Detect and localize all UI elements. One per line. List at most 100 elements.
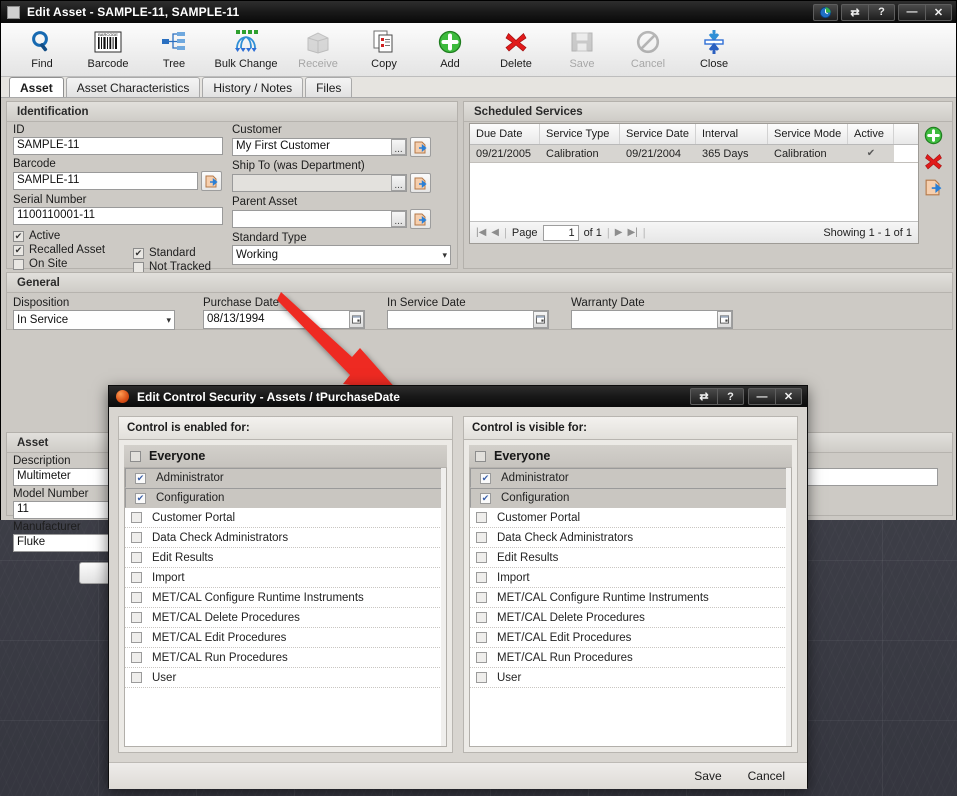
minimize-close-buttons[interactable]: — ✕ xyxy=(898,3,952,21)
switch-user-button[interactable]: ⇄ xyxy=(842,5,868,20)
toolbar-close-button[interactable]: Close xyxy=(681,26,747,76)
list-item[interactable]: Edit Results xyxy=(125,548,446,568)
page-number-input[interactable]: 1 xyxy=(542,224,579,241)
history-clock-icon[interactable] xyxy=(813,3,838,21)
enabled-everyone-checkbox[interactable] xyxy=(130,450,141,462)
role-checkbox[interactable] xyxy=(131,672,142,683)
list-item[interactable]: User xyxy=(470,668,791,688)
standard-type-select[interactable]: Working ▾ xyxy=(232,245,451,265)
list-item[interactable]: MET/CAL Edit Procedures xyxy=(125,628,446,648)
parent-asset-goto-button[interactable] xyxy=(410,209,431,229)
disposition-select[interactable]: In Service ▾ xyxy=(13,310,175,330)
role-checkbox[interactable] xyxy=(131,652,142,663)
on-site-checkbox[interactable] xyxy=(13,258,24,270)
add-service-button[interactable] xyxy=(924,126,943,145)
role-checkbox[interactable] xyxy=(131,512,142,523)
tab-asset-characteristics[interactable]: Asset Characteristics xyxy=(65,77,201,97)
active-checkbox-row[interactable]: Active xyxy=(13,230,133,242)
parent-asset-lookup-button[interactable]: ... xyxy=(391,211,406,227)
barcode-goto-button[interactable] xyxy=(201,171,222,191)
list-item[interactable]: MET/CAL Edit Procedures xyxy=(470,628,791,648)
next-page-icon[interactable]: ▶ xyxy=(615,227,623,238)
customer-goto-button[interactable] xyxy=(410,137,431,157)
visible-everyone-checkbox[interactable] xyxy=(475,450,486,462)
list-item[interactable]: MET/CAL Delete Procedures xyxy=(125,608,446,628)
toolbar-bulk-change-button[interactable]: Bulk Change xyxy=(207,26,285,76)
dialog-switch-button[interactable]: ⇄ xyxy=(691,389,717,404)
purchase-date-input[interactable]: 08/13/1994 xyxy=(203,310,365,329)
list-item[interactable]: Data Check Administrators xyxy=(125,528,446,548)
role-checkbox[interactable] xyxy=(476,672,487,683)
role-checkbox[interactable] xyxy=(131,552,142,563)
role-checkbox[interactable] xyxy=(131,592,142,603)
visible-role-list[interactable]: Administrator Configuration Customer Por… xyxy=(469,468,792,747)
in-service-date-calendar-button[interactable] xyxy=(533,311,548,328)
toolbar-find-button[interactable]: Find xyxy=(9,26,75,76)
dialog-save-button[interactable]: Save xyxy=(694,769,721,783)
toolbar-tree-button[interactable]: Tree xyxy=(141,26,207,76)
role-checkbox[interactable] xyxy=(476,652,487,663)
enabled-list-scrollbar[interactable] xyxy=(441,468,446,746)
serial-number-input[interactable]: 1100110001-11 xyxy=(13,207,223,225)
dialog-cancel-button[interactable]: Cancel xyxy=(748,769,785,783)
tab-asset[interactable]: Asset xyxy=(9,77,64,97)
col-due-date[interactable]: Due Date xyxy=(470,124,540,144)
list-item[interactable]: MET/CAL Configure Runtime Instruments xyxy=(125,588,446,608)
list-item[interactable]: Administrator xyxy=(470,468,791,488)
list-item[interactable]: MET/CAL Run Procedures xyxy=(125,648,446,668)
customer-input[interactable]: My First Customer ... xyxy=(232,138,407,156)
list-item[interactable]: Configuration xyxy=(125,488,446,508)
standard-checkbox[interactable] xyxy=(133,247,144,259)
dialog-close-button[interactable]: ✕ xyxy=(775,389,801,404)
in-service-date-input[interactable] xyxy=(387,310,549,329)
prev-page-icon[interactable]: ◀ xyxy=(491,227,499,238)
toolbar-add-button[interactable]: Add xyxy=(417,26,483,76)
list-item[interactable]: Import xyxy=(470,568,791,588)
table-row[interactable]: 09/21/2005 Calibration 09/21/2004 365 Da… xyxy=(470,145,918,163)
list-item[interactable]: Customer Portal xyxy=(470,508,791,528)
toolbar-barcode-button[interactable]: BARCODE Barcode xyxy=(75,26,141,76)
list-item[interactable]: Import xyxy=(125,568,446,588)
purchase-date-calendar-button[interactable] xyxy=(349,311,364,328)
warranty-date-calendar-button[interactable] xyxy=(717,311,732,328)
recalled-asset-checkbox-row[interactable]: Recalled Asset xyxy=(13,244,133,256)
col-service-type[interactable]: Service Type xyxy=(540,124,620,144)
col-service-mode[interactable]: Service Mode xyxy=(768,124,848,144)
close-window-button[interactable]: ✕ xyxy=(925,4,951,20)
list-item[interactable]: MET/CAL Run Procedures xyxy=(470,648,791,668)
list-item[interactable]: Customer Portal xyxy=(125,508,446,528)
customer-lookup-button[interactable]: ... xyxy=(391,139,406,155)
last-page-icon[interactable]: ▶| xyxy=(627,227,637,238)
role-checkbox[interactable] xyxy=(135,492,146,504)
not-tracked-checkbox[interactable] xyxy=(133,261,144,273)
role-checkbox[interactable] xyxy=(480,492,491,504)
role-checkbox[interactable] xyxy=(476,572,487,583)
role-checkbox[interactable] xyxy=(476,512,487,523)
list-item[interactable]: User xyxy=(125,668,446,688)
toolbar-cancel-button[interactable]: Cancel xyxy=(615,26,681,76)
ship-to-goto-button[interactable] xyxy=(410,173,431,193)
role-checkbox[interactable] xyxy=(131,572,142,583)
role-checkbox[interactable] xyxy=(476,632,487,643)
role-checkbox[interactable] xyxy=(480,472,491,484)
col-interval[interactable]: Interval xyxy=(696,124,768,144)
on-site-checkbox-row[interactable]: On Site xyxy=(13,258,133,270)
minimize-button[interactable]: — xyxy=(899,5,925,20)
role-checkbox[interactable] xyxy=(476,612,487,623)
visible-everyone-row[interactable]: Everyone xyxy=(469,445,792,468)
role-checkbox[interactable] xyxy=(131,532,142,543)
first-page-icon[interactable]: |◀ xyxy=(476,227,486,238)
enabled-everyone-row[interactable]: Everyone xyxy=(124,445,447,468)
visible-list-scrollbar[interactable] xyxy=(786,468,791,746)
ship-to-lookup-button[interactable]: ... xyxy=(391,175,406,191)
col-active[interactable]: Active xyxy=(848,124,894,144)
switch-help-buttons[interactable]: ⇄ ? xyxy=(841,3,895,21)
id-input[interactable]: SAMPLE-11 xyxy=(13,137,223,155)
warranty-date-input[interactable] xyxy=(571,310,733,329)
goto-service-button[interactable] xyxy=(924,178,943,197)
toolbar-save-button[interactable]: Save xyxy=(549,26,615,76)
dialog-minimize-button[interactable]: — xyxy=(749,389,775,404)
tab-history-notes[interactable]: History / Notes xyxy=(202,77,304,97)
toolbar-receive-button[interactable]: Receive xyxy=(285,26,351,76)
enabled-role-list[interactable]: Administrator Configuration Customer Por… xyxy=(124,468,447,747)
